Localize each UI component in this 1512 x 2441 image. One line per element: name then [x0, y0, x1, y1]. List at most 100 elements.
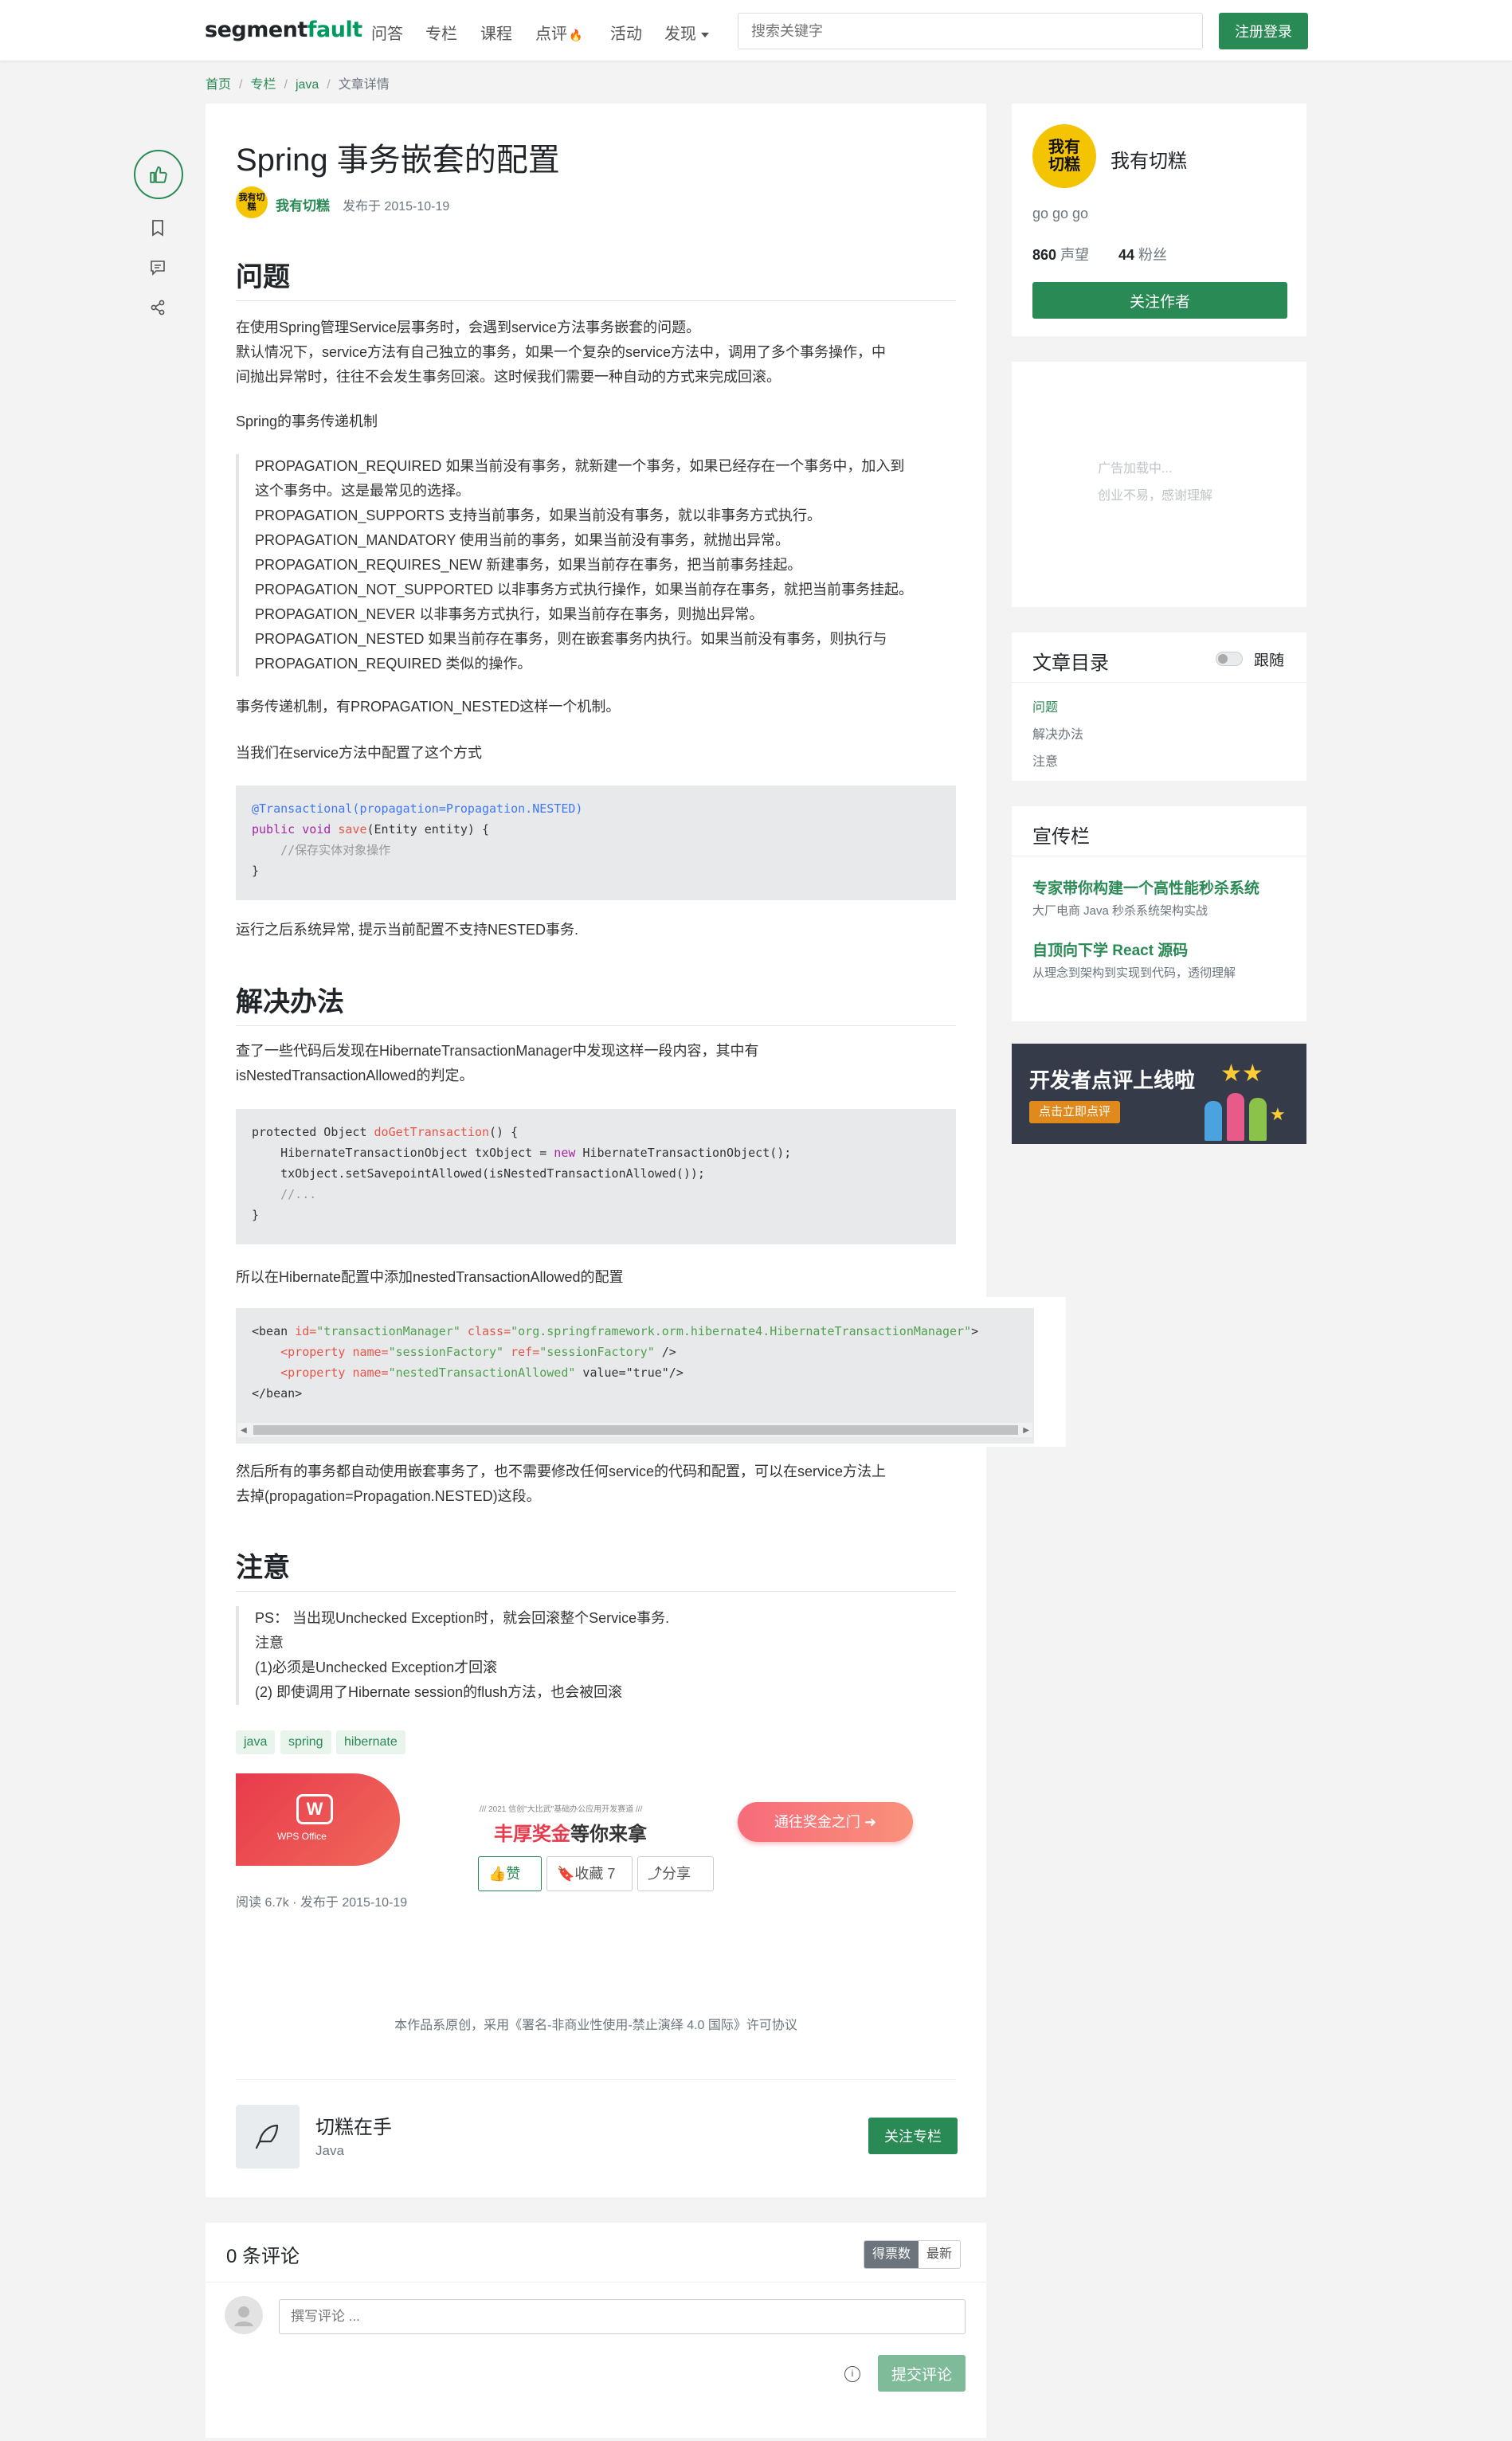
- divider: [236, 2079, 956, 2080]
- author-bio: go go go: [1032, 206, 1089, 221]
- paragraph: 所以在Hibernate配置中添加nestedTransactionAllowe…: [236, 1269, 624, 1285]
- author-card-name[interactable]: 我有切糕: [1110, 145, 1187, 173]
- like-button[interactable]: 👍赞: [478, 1856, 542, 1891]
- thumbs-up-icon: [150, 166, 167, 183]
- column-subtitle: Java: [315, 2143, 344, 2158]
- divider: [1012, 682, 1306, 683]
- promo-item-react-sub: 从理念到架构到实现到代码，透彻理解: [1032, 966, 1236, 980]
- bookmark-icon: [152, 220, 163, 237]
- submit-comment-button[interactable]: 提交评论: [878, 2355, 966, 2392]
- breadcrumb-java[interactable]: java: [296, 78, 319, 92]
- horizontal-scrollbar[interactable]: ◀ ▶: [237, 1423, 1032, 1437]
- breadcrumb-current: 文章详情: [338, 78, 390, 92]
- article-title: Spring 事务嵌套的配置: [236, 143, 560, 178]
- paragraph: 在使用Spring管理Service层事务时，会遇到service方法事务嵌套的…: [236, 319, 887, 385]
- promo-item-seckill-sub: 大厂电商 Java 秒杀系统架构实战: [1032, 904, 1208, 918]
- toc-item-solution[interactable]: 解决办法: [1032, 723, 1083, 742]
- ad-placeholder-card: 广告加载中... 创业不易，感谢理解: [1012, 362, 1306, 607]
- site-logo[interactable]: segmentfault: [205, 18, 362, 42]
- star-icon: ★★: [1220, 1060, 1263, 1087]
- info-icon[interactable]: i: [844, 2366, 860, 2382]
- tag-java[interactable]: java: [236, 1730, 276, 1754]
- reputation-stat: 860 声望: [1032, 247, 1090, 263]
- ad-loading-text: 广告加载中...: [1098, 462, 1173, 476]
- column-name[interactable]: 切糕在手: [315, 2111, 392, 2139]
- comment-icon: [151, 261, 165, 276]
- follow-column-button[interactable]: 关注专栏: [868, 2118, 958, 2154]
- tag-hibernate[interactable]: hibernate: [336, 1730, 405, 1754]
- blockquote-propagation: PROPAGATION_REQUIRED 如果当前没有事务，就新建一个事务，如果…: [236, 454, 956, 676]
- sort-by-votes[interactable]: 得票数: [864, 2241, 919, 2268]
- breadcrumb-blogs[interactable]: 专栏: [250, 78, 276, 92]
- review-launch-banner[interactable]: 开发者点评上线啦 点击立即点评 ★★ ★: [1012, 1044, 1306, 1144]
- fans-stat: 44 粉丝: [1118, 247, 1168, 263]
- promo-item-react[interactable]: 自顶向下学 React 源码: [1032, 938, 1188, 960]
- ad-thanks-text: 创业不易，感谢理解: [1098, 489, 1213, 503]
- toc-card: 文章目录 跟随 问题 解决办法 注意: [1012, 633, 1306, 781]
- wps-logo-block: W WPS Office: [236, 1773, 400, 1866]
- author-link[interactable]: 我有切糕: [276, 194, 330, 214]
- scroll-right-icon[interactable]: ▶: [1023, 1426, 1029, 1435]
- promo-card: 宣传栏 专家带你构建一个高性能秒杀系统 大厂电商 Java 秒杀系统架构实战 自…: [1012, 806, 1306, 1021]
- paragraph: Spring的事务传递机制: [236, 413, 378, 429]
- nav-questions[interactable]: 问答: [371, 21, 403, 44]
- paragraph: 查了一些代码后发现在HibernateTransactionManager中发现…: [236, 1043, 759, 1083]
- fire-icon: 🔥: [569, 29, 583, 41]
- code-block-gettransaction: protected Object doGetTransaction() { Hi…: [236, 1109, 956, 1244]
- toc-title: 文章目录: [1032, 652, 1109, 674]
- user-avatar: [225, 2296, 263, 2334]
- share-icon: ⤴: [648, 1866, 662, 1882]
- nav-courses[interactable]: 课程: [480, 21, 512, 44]
- author-avatar[interactable]: 我有切糕: [236, 186, 268, 218]
- wps-w-icon: W: [296, 1794, 333, 1824]
- chevron-down-icon: [701, 32, 709, 37]
- nav-reviews[interactable]: 点评 🔥: [535, 21, 582, 44]
- search-input[interactable]: [738, 13, 1203, 49]
- ad-top-line: /// 2021 信创"大比武"基础办公应用开发赛道 ///: [480, 1805, 643, 1814]
- column-avatar[interactable]: [236, 2105, 300, 2169]
- share-icon: [151, 300, 165, 315]
- top-navbar: segmentfault 问答 专栏 课程 点评🔥 活动 发现 注册登录: [0, 0, 1512, 61]
- ad-headline: 丰厚奖金等你来拿: [494, 1824, 647, 1845]
- promo-item-seckill[interactable]: 专家带你构建一个高性能秒杀系统: [1032, 876, 1259, 898]
- code-block-transactional: @Transactional(propagation=Propagation.N…: [236, 786, 956, 900]
- sort-by-newest[interactable]: 最新: [919, 2241, 960, 2268]
- scroll-left-icon[interactable]: ◀: [241, 1426, 247, 1435]
- bookmark-icon: 🔖: [557, 1866, 575, 1882]
- comments-sort-group: 得票数 最新: [864, 2240, 962, 2269]
- nav-events[interactable]: 活动: [610, 21, 642, 44]
- arrow-circle-icon: ➜: [864, 1814, 877, 1830]
- banner-cta-button[interactable]: 点击立即点评: [1029, 1101, 1121, 1123]
- wps-ad-banner[interactable]: W WPS Office /// 2021 信创"大比武"基础办公应用开发赛道 …: [236, 1773, 956, 1866]
- follow-author-button[interactable]: 关注作者: [1032, 282, 1287, 319]
- ad-cta-button[interactable]: 通往奖金之门 ➜: [738, 1802, 913, 1842]
- nav-discover[interactable]: 发现: [664, 21, 709, 44]
- tag-spring[interactable]: spring: [280, 1730, 331, 1754]
- heading-solution: 解决办法: [236, 980, 956, 1026]
- wps-logo-text: WPS Office: [277, 1831, 327, 1842]
- toc-item-note[interactable]: 注意: [1032, 750, 1058, 770]
- scrollbar-thumb[interactable]: [253, 1425, 1018, 1435]
- paragraph: 当我们在service方法中配置了这个方式: [236, 745, 483, 761]
- register-login-button[interactable]: 注册登录: [1219, 13, 1308, 49]
- bookmark-button[interactable]: 🔖收藏 7: [546, 1856, 633, 1891]
- float-like-button[interactable]: [134, 150, 183, 199]
- comments-card: 0 条评论 得票数 最新 i 提交评论: [206, 2223, 986, 2438]
- default-avatar-icon: [234, 2306, 253, 2326]
- author-card: 我有切糕 我有切糕 go go go 860 声望 44 粉丝 关注作者: [1012, 104, 1306, 336]
- article-stats: 阅读 6.7k · 发布于 2015-10-19: [236, 1896, 408, 1910]
- toc-follow-toggle[interactable]: [1216, 652, 1243, 666]
- breadcrumb-home[interactable]: 首页: [206, 78, 231, 92]
- float-share-button[interactable]: [139, 288, 177, 327]
- author-card-avatar[interactable]: 我有切糕: [1032, 124, 1096, 188]
- blockquote-note: PS： 当出现Unchecked Exception时，就会回滚整个Servic…: [236, 1606, 956, 1705]
- toc-item-problem[interactable]: 问题: [1032, 696, 1058, 715]
- float-comment-button[interactable]: [139, 249, 177, 287]
- nav-blogs[interactable]: 专栏: [425, 21, 457, 44]
- share-button[interactable]: ⤴分享: [637, 1856, 714, 1891]
- comment-input[interactable]: [279, 2299, 966, 2334]
- float-bookmark-button[interactable]: [139, 209, 177, 247]
- paragraph: 运行之后系统异常, 提示当前配置不支持NESTED事务.: [236, 922, 579, 938]
- promo-title: 宣传栏: [1032, 826, 1090, 848]
- feather-icon: [255, 2124, 279, 2149]
